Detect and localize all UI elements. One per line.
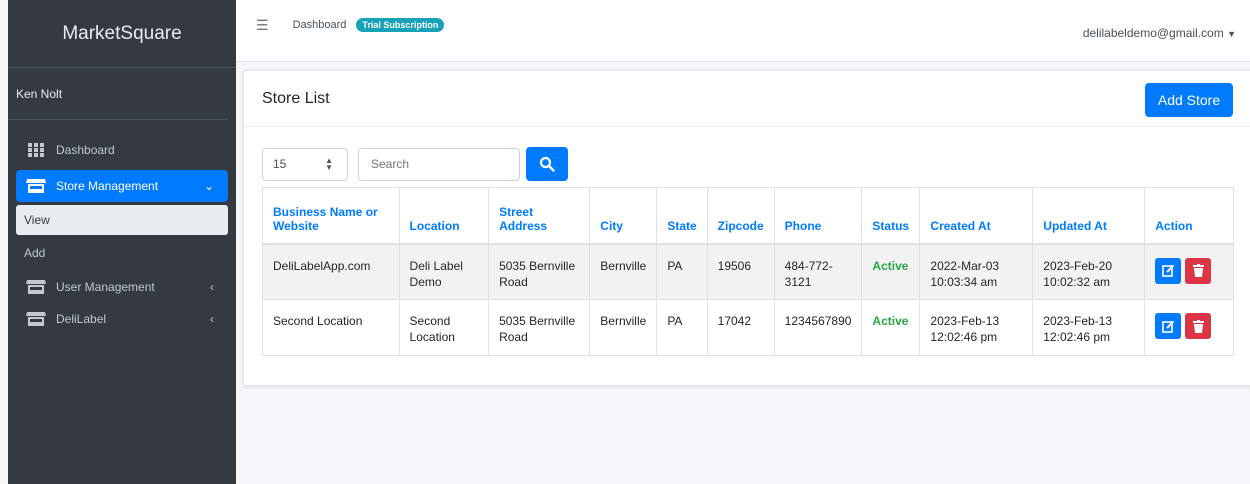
- column-header: Action: [1144, 187, 1234, 245]
- column-header[interactable]: Status: [861, 187, 921, 245]
- cell-phone: 1234567890: [773, 299, 863, 356]
- sidebar-item-label: DeliLabel: [56, 312, 107, 326]
- edit-button[interactable]: [1155, 313, 1182, 339]
- sidebar-item-label: Store Management: [56, 179, 159, 193]
- edit-icon: [1161, 264, 1174, 277]
- cell-location: Second Location: [398, 299, 490, 356]
- column-header[interactable]: Business Name or Website: [262, 187, 400, 245]
- add-store-button[interactable]: Add Store: [1145, 83, 1233, 117]
- cell-city: Bernville: [589, 299, 658, 356]
- column-header[interactable]: Zipcode: [706, 187, 775, 245]
- trial-subscription-badge: Trial Subscription: [356, 17, 445, 32]
- cell-state: PA: [656, 243, 708, 300]
- cell-created-at: 2022-Mar-03 10:03:34 am: [919, 243, 1034, 300]
- table-row: DeliLabelApp.com Deli Label Demo 5035 Be…: [262, 243, 1234, 300]
- page-size-select[interactable]: 15 ▲ ▼: [262, 147, 348, 181]
- cell-updated-at: 2023-Feb-20 10:02:32 am: [1032, 243, 1146, 300]
- user-name[interactable]: Ken Nolt: [8, 68, 228, 120]
- cell-street-address: 5035 Bernville Road: [488, 243, 591, 300]
- column-header[interactable]: City: [589, 187, 658, 245]
- cell-actions: [1144, 243, 1234, 300]
- cell-business-name: Second Location: [262, 299, 400, 356]
- search-icon: [539, 156, 555, 172]
- table-row: Second Location Second Location 5035 Ber…: [262, 299, 1234, 356]
- sidebar-subitem-add[interactable]: Add: [16, 238, 228, 268]
- cell-zipcode: 17042: [706, 299, 775, 356]
- trash-icon: [1192, 264, 1204, 277]
- sidebar: MarketSquare Ken Nolt Dashboard Store Ma…: [0, 0, 236, 484]
- sidebar-nav: Dashboard Store Management ⌄ View Add Us…: [8, 120, 236, 335]
- sidebar-item-label: User Management: [56, 280, 155, 294]
- column-header[interactable]: Location: [398, 187, 490, 245]
- column-header[interactable]: Phone: [773, 187, 863, 245]
- breadcrumb-dashboard[interactable]: Dashboard: [293, 19, 347, 31]
- grid-icon: [28, 143, 44, 157]
- store-list-card: Store List Add Store 15 ▲▼ Business Name…: [243, 70, 1250, 386]
- cell-updated-at: 2023-Feb-13 12:02:46 pm: [1032, 299, 1146, 356]
- column-header[interactable]: State: [656, 187, 708, 245]
- trash-icon: [1192, 319, 1204, 333]
- cell-location: Deli Label Demo: [398, 243, 490, 300]
- sidebar-item-delilabel[interactable]: DeliLabel ‹: [16, 303, 228, 335]
- table-header-row: Business Name or Website Location Street…: [262, 187, 1234, 245]
- caret-down-icon: ▼: [1227, 29, 1236, 39]
- chevron-left-icon: ‹: [210, 280, 214, 294]
- cell-actions: [1144, 299, 1234, 356]
- search-input[interactable]: [358, 147, 520, 181]
- edit-icon: [1161, 320, 1174, 333]
- chevron-down-icon: ⌄: [203, 179, 214, 193]
- page-size-value: 15: [273, 157, 287, 171]
- status-badge: Active: [861, 299, 921, 356]
- sort-arrows-icon: ▲ ▼: [325, 156, 333, 172]
- top-navbar: ☰ Dashboard Trial Subscription delilabel…: [236, 0, 1250, 62]
- cell-street-address: 5035 Bernville Road: [488, 299, 591, 356]
- column-header[interactable]: Street Address: [488, 187, 591, 245]
- sidebar-item-dashboard[interactable]: Dashboard: [16, 134, 228, 166]
- sidebar-item-label: Dashboard: [56, 143, 115, 157]
- sidebar-item-user-management[interactable]: User Management ‹: [16, 271, 228, 303]
- chevron-left-icon: ‹: [210, 312, 214, 326]
- column-header[interactable]: Created At: [919, 187, 1034, 245]
- card-header: Store List Add Store: [244, 71, 1250, 127]
- delete-button[interactable]: [1185, 257, 1212, 284]
- status-badge: Active: [861, 243, 921, 300]
- cell-business-name: DeliLabelApp.com: [262, 243, 400, 300]
- store-icon: [26, 179, 46, 193]
- cell-zipcode: 19506: [706, 243, 775, 300]
- store-icon: [26, 280, 46, 294]
- cell-phone: 484-772-3121: [773, 243, 863, 300]
- column-header[interactable]: Updated At: [1032, 187, 1146, 245]
- cell-state: PA: [656, 299, 708, 356]
- table-controls: 15 ▲ ▼: [262, 147, 568, 181]
- store-icon: [26, 312, 46, 326]
- store-table: Business Name or Website Location Street…: [262, 187, 1234, 356]
- delete-button[interactable]: [1185, 313, 1212, 339]
- sidebar-item-store-management[interactable]: Store Management ⌄: [16, 170, 228, 202]
- sidebar-subitem-view[interactable]: View: [16, 205, 228, 235]
- account-dropdown[interactable]: delilabeldemo@gmail.com ▼: [1083, 26, 1236, 40]
- account-email: delilabeldemo@gmail.com: [1082, 26, 1224, 40]
- cell-created-at: 2023-Feb-13 12:02:46 pm: [919, 299, 1034, 356]
- page-title: Store List: [262, 89, 330, 107]
- hamburger-menu-icon[interactable]: ☰: [256, 17, 269, 34]
- search-button[interactable]: [526, 147, 568, 181]
- brand-logo[interactable]: MarketSquare: [8, 0, 236, 68]
- edit-button[interactable]: [1155, 257, 1182, 284]
- cell-city: Bernville: [589, 243, 658, 300]
